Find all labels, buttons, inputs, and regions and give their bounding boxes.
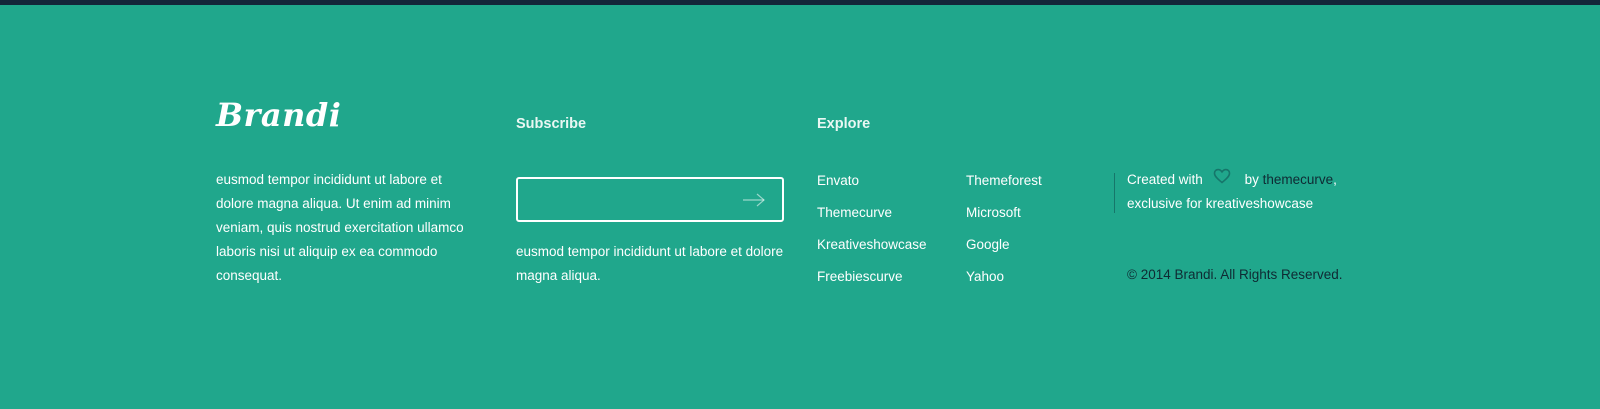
subscribe-heading: Subscribe [516, 116, 587, 132]
brand-logo[interactable]: Brandi [216, 96, 341, 134]
copyright-text: © 2014 Brandi. All Rights Reserved. [1127, 267, 1343, 282]
link-microsoft[interactable]: Microsoft [966, 205, 1021, 220]
exclusive-label: exclusive for kreativeshowcase [1127, 196, 1314, 212]
explore-links-column-one: Envato Themecurve Kreativeshowcase Freeb… [817, 172, 927, 300]
link-freebiescurve[interactable]: Freebiescurve [817, 269, 903, 284]
credits-text: Created with by themecurve, exclusive fo… [1127, 168, 1377, 216]
heart-icon [1213, 168, 1231, 192]
subscribe-note: eusmod tempor incididunt ut labore et do… [516, 244, 784, 283]
explore-link-item: Google [966, 236, 1042, 268]
explore-link-item: Microsoft [966, 204, 1042, 236]
explore-link-item: Themecurve [817, 204, 927, 236]
explore-link-item: Yahoo [966, 268, 1042, 300]
link-envato[interactable]: Envato [817, 173, 859, 188]
explore-link-item: Freebiescurve [817, 268, 927, 300]
link-kreativeshowcase[interactable]: Kreativeshowcase [817, 237, 927, 252]
explore-heading: Explore [817, 116, 871, 132]
link-yahoo[interactable]: Yahoo [966, 269, 1004, 284]
subscribe-email-input[interactable] [518, 179, 728, 220]
credits-divider [1114, 173, 1115, 213]
by-label: by [1244, 172, 1259, 187]
themecurve-link[interactable]: themecurve [1263, 172, 1334, 187]
link-google[interactable]: Google [966, 237, 1010, 252]
credits-comma: , [1333, 172, 1337, 187]
top-border [0, 0, 1600, 5]
link-themeforest[interactable]: Themeforest [966, 173, 1042, 188]
explore-link-item: Themeforest [966, 172, 1042, 204]
link-themecurve[interactable]: Themecurve [817, 205, 892, 220]
about-text: eusmod tempor incididunt ut labore et do… [216, 172, 464, 283]
subscribe-form [516, 177, 784, 222]
subscribe-submit-button[interactable] [726, 179, 782, 220]
arrow-right-icon [743, 193, 765, 206]
explore-link-item: Envato [817, 172, 927, 204]
explore-link-item: Kreativeshowcase [817, 236, 927, 268]
explore-links-column-two: Themeforest Microsoft Google Yahoo [966, 172, 1042, 300]
created-with-label: Created with [1127, 172, 1203, 187]
